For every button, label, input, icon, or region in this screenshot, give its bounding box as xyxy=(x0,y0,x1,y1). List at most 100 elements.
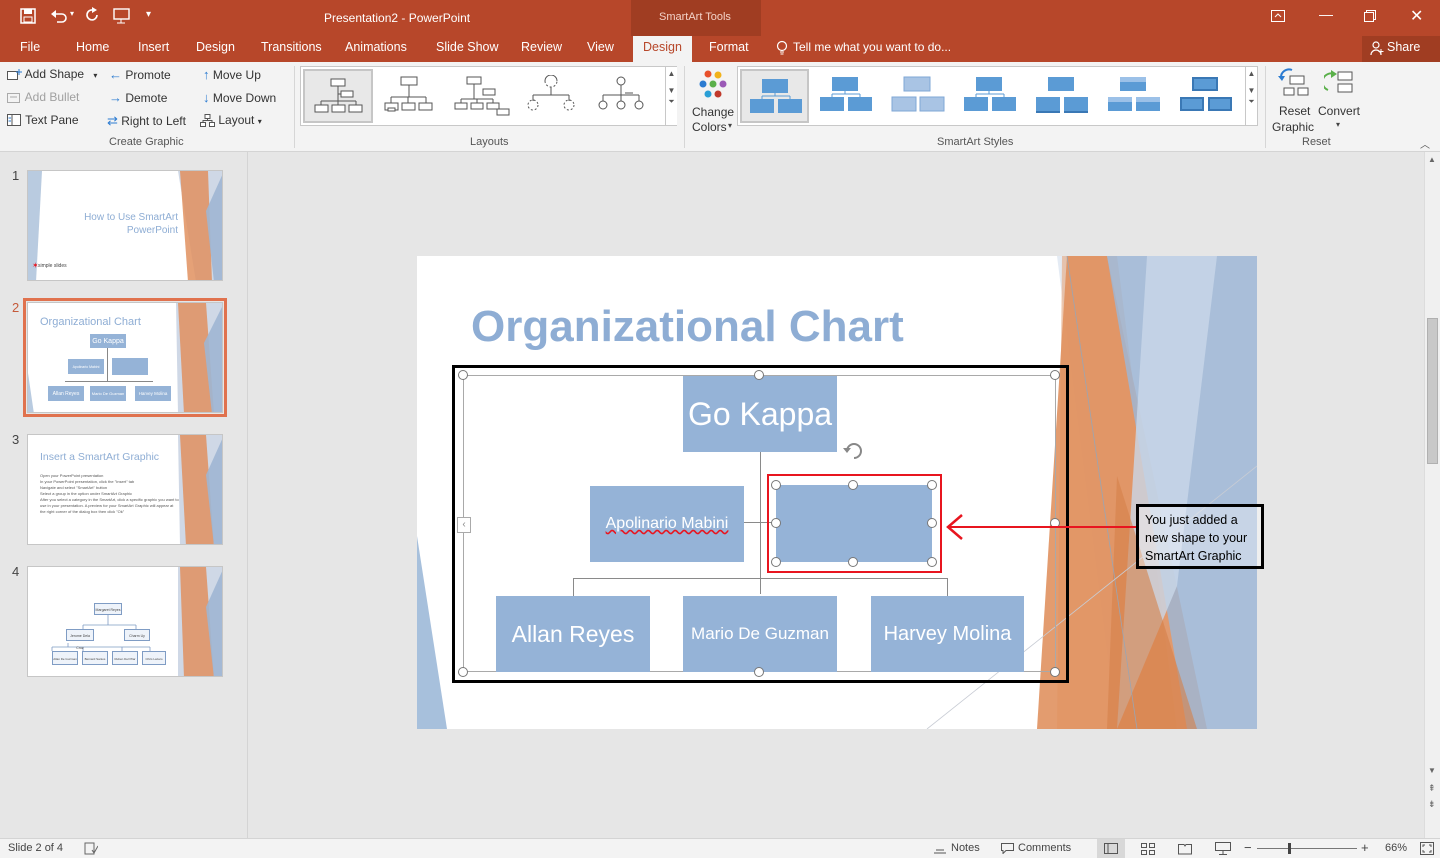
style-option-subtle-effect[interactable] xyxy=(888,75,946,117)
style-option-white-outline[interactable] xyxy=(816,75,874,117)
previous-slide-icon[interactable]: ⇞ xyxy=(1428,783,1436,794)
frame-handle[interactable] xyxy=(1050,370,1060,380)
style-option-polished[interactable] xyxy=(1104,75,1162,117)
layout-option-org-chart[interactable] xyxy=(303,69,373,123)
layout-option-circle-picture-hierarchy[interactable] xyxy=(523,75,581,117)
frame-handle[interactable] xyxy=(1050,667,1060,677)
slide-title[interactable]: Organizational Chart xyxy=(471,302,904,352)
change-colors-button[interactable]: Change Colors ▾ xyxy=(690,66,736,134)
style-option-intense-effect[interactable] xyxy=(1032,75,1090,117)
layout-option-half-circle-org-chart[interactable] xyxy=(453,75,511,117)
layout-button[interactable]: Layout ▾ xyxy=(200,113,262,128)
resize-handle[interactable] xyxy=(848,557,858,567)
save-icon[interactable] xyxy=(20,8,36,24)
tab-smartart-design[interactable]: Design xyxy=(633,36,692,62)
org-node-bottom-2[interactable]: Mario De Guzman xyxy=(683,596,837,672)
styles-gallery-scroll[interactable]: ▲ ▼ ⏷ xyxy=(1245,67,1257,125)
convert-dropdown-icon[interactable]: ▾ xyxy=(1336,120,1340,129)
layout-option-name-title-org-chart[interactable] xyxy=(381,75,439,117)
slide-canvas[interactable]: Organizational Chart ‹ Go Kappa Apolinar… xyxy=(417,256,1257,729)
resize-handle[interactable] xyxy=(771,557,781,567)
zoom-slider-thumb[interactable] xyxy=(1288,843,1291,854)
layouts-gallery-scroll[interactable]: ▲ ▼ ⏷ xyxy=(665,67,677,125)
next-slide-icon[interactable]: ⇟ xyxy=(1428,799,1436,810)
style-option-moderate-effect[interactable] xyxy=(960,75,1018,117)
text-pane-toggle-icon[interactable]: ‹ xyxy=(457,517,471,533)
fit-slide-icon[interactable] xyxy=(1420,842,1434,855)
customize-qat-icon[interactable]: ▾ xyxy=(146,9,151,20)
layout-option-hierarchy[interactable] xyxy=(593,75,653,117)
resize-handle[interactable] xyxy=(771,518,781,528)
tab-design[interactable]: Design xyxy=(196,40,235,62)
collapse-ribbon-icon[interactable]: ︿ xyxy=(1420,136,1430,151)
share-button[interactable]: Share xyxy=(1362,36,1440,62)
org-node-bottom-1[interactable]: Allan Reyes xyxy=(496,596,650,672)
normal-view-button[interactable] xyxy=(1097,839,1125,858)
ribbon-display-options-icon[interactable] xyxy=(1271,10,1285,22)
resize-handle[interactable] xyxy=(927,557,937,567)
style-option-simple-fill[interactable] xyxy=(740,69,809,123)
reset-graphic-button[interactable]: Reset Graphic xyxy=(1270,66,1316,134)
frame-handle[interactable] xyxy=(458,667,468,677)
promote-button[interactable]: ← Promote xyxy=(109,67,171,82)
scroll-thumb[interactable] xyxy=(1427,318,1438,464)
tab-home[interactable]: Home xyxy=(76,40,109,62)
slide-thumbnail-3[interactable]: Insert a SmartArt Graphic Open your Powe… xyxy=(27,434,223,545)
frame-handle[interactable] xyxy=(754,370,764,380)
vertical-scrollbar[interactable]: ▲ ▼ ⇞ ⇟ xyxy=(1424,152,1440,838)
minimize-icon[interactable]: — xyxy=(1319,6,1333,22)
tab-format[interactable]: Format xyxy=(709,40,749,62)
gallery-up-icon[interactable]: ▲ xyxy=(1246,69,1257,78)
change-colors-dropdown-icon[interactable]: ▾ xyxy=(728,121,732,130)
slide-thumbnail-2[interactable]: Organizational Chart Go Kappa Apolinario… xyxy=(23,298,227,417)
slide-thumbnail-1[interactable]: How to Use SmartArt PowerPoint simple sl… xyxy=(27,170,223,281)
gallery-down-icon[interactable]: ▼ xyxy=(1246,86,1257,95)
add-shape-button[interactable]: Add Shape ▾ xyxy=(7,67,97,81)
move-up-button[interactable]: ↑ Move Up xyxy=(203,67,261,82)
redo-icon[interactable] xyxy=(84,7,100,23)
move-down-button[interactable]: ↓ Move Down xyxy=(203,90,276,105)
zoom-slider[interactable] xyxy=(1257,848,1357,849)
convert-button[interactable]: Convert ▾ xyxy=(1316,66,1364,134)
slide-sorter-icon[interactable] xyxy=(1141,843,1155,855)
add-bullet-button[interactable]: Add Bullet xyxy=(7,90,79,104)
comments-button[interactable]: Comments xyxy=(1018,842,1071,854)
tab-file[interactable]: File xyxy=(20,40,40,62)
zoom-out-icon[interactable]: − xyxy=(1244,840,1252,855)
close-icon[interactable]: ✕ xyxy=(1410,6,1423,26)
undo-icon[interactable] xyxy=(50,8,68,24)
scroll-up-icon[interactable]: ▲ xyxy=(1428,155,1436,164)
resize-handle[interactable] xyxy=(771,480,781,490)
resize-handle[interactable] xyxy=(848,480,858,490)
rotate-handle-icon[interactable] xyxy=(842,439,866,463)
org-node-assistant[interactable]: Apolinario Mabini xyxy=(590,486,744,562)
gallery-down-icon[interactable]: ▼ xyxy=(666,86,677,95)
undo-dropdown-icon[interactable]: ▾ xyxy=(70,9,74,18)
tab-view[interactable]: View xyxy=(587,40,614,62)
gallery-more-icon[interactable]: ⏷ xyxy=(1246,97,1257,107)
demote-button[interactable]: → Demote xyxy=(109,90,167,105)
tab-review[interactable]: Review xyxy=(521,40,562,62)
resize-handle[interactable] xyxy=(927,518,937,528)
tab-animations[interactable]: Animations xyxy=(345,40,407,62)
zoom-in-icon[interactable]: + xyxy=(1361,840,1369,855)
org-node-bottom-3[interactable]: Harvey Molina xyxy=(871,596,1024,672)
zoom-level[interactable]: 66% xyxy=(1385,842,1407,854)
frame-handle[interactable] xyxy=(458,370,468,380)
resize-handle[interactable] xyxy=(927,480,937,490)
add-shape-dropdown-icon[interactable]: ▾ xyxy=(93,71,97,80)
notes-button[interactable]: Notes xyxy=(951,842,980,854)
start-from-beginning-icon[interactable] xyxy=(113,7,131,25)
frame-handle[interactable] xyxy=(754,667,764,677)
layout-dropdown-icon[interactable]: ▾ xyxy=(258,117,262,126)
text-pane-button[interactable]: Text Pane xyxy=(7,113,79,127)
org-node-top[interactable]: Go Kappa xyxy=(683,376,837,452)
restore-icon[interactable] xyxy=(1364,10,1376,22)
style-option-inset[interactable] xyxy=(1176,75,1234,117)
slide-thumbnail-4[interactable]: Margaret Reyes Jerome Dela Cruz Charm Uy… xyxy=(27,566,223,677)
spelling-check-icon[interactable] xyxy=(84,842,98,855)
tab-slide-show[interactable]: Slide Show xyxy=(436,40,499,62)
gallery-up-icon[interactable]: ▲ xyxy=(666,69,677,78)
reading-view-icon[interactable] xyxy=(1178,843,1192,855)
scroll-down-icon[interactable]: ▼ xyxy=(1428,766,1436,775)
